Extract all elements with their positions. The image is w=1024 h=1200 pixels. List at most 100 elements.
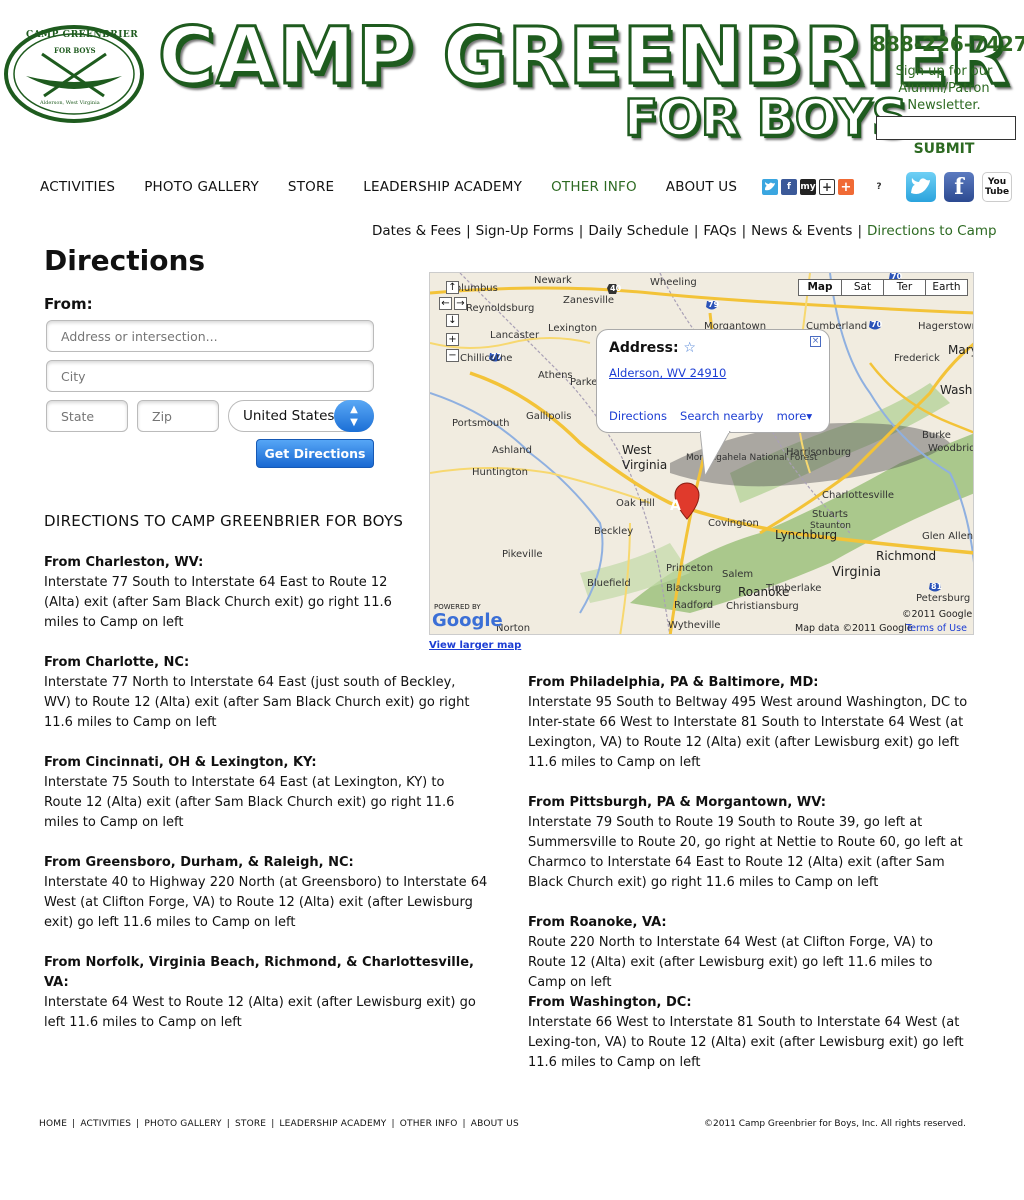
map-city-label: Newark bbox=[534, 275, 572, 286]
country-select[interactable]: United States ▲ ▼ bbox=[228, 400, 374, 432]
map-info-bubble: Address: ☆ Alderson, WV 24910 Directions… bbox=[596, 329, 830, 433]
delicious-share-icon[interactable]: + bbox=[819, 179, 835, 195]
site-subtitle: FOR BOYS bbox=[623, 89, 909, 148]
subnav-dates-fees[interactable]: Dates & Fees bbox=[372, 223, 461, 239]
direction-text: Interstate 75 South to Interstate 64 Eas… bbox=[44, 775, 455, 830]
map-marker-icon[interactable] bbox=[662, 495, 688, 531]
directions-heading: DIRECTIONS TO CAMP GREENBRIER FOR BOYS bbox=[44, 512, 404, 530]
google-logo[interactable]: Google bbox=[432, 610, 503, 631]
help-icon[interactable]: ? bbox=[871, 179, 887, 195]
map-city-label: Reynoldsburg bbox=[466, 303, 535, 314]
direction-origin: From Pittsburgh, PA & Morgantown, WV: bbox=[528, 795, 826, 810]
myspace-share-icon[interactable]: my bbox=[800, 179, 816, 195]
page-title: Directions bbox=[44, 244, 206, 277]
pan-down-icon[interactable]: ↓ bbox=[446, 314, 459, 327]
direction-text: Route 220 North to Interstate 64 West (a… bbox=[528, 935, 933, 990]
nav-other-info[interactable]: OTHER INFO bbox=[551, 179, 637, 195]
twitter-icon[interactable] bbox=[906, 172, 936, 202]
bubble-title: Address: bbox=[609, 340, 679, 356]
get-directions-button[interactable]: Get Directions bbox=[256, 439, 374, 468]
map-city-label: Woodbridg bbox=[928, 443, 973, 454]
direction-text: Interstate 95 South to Beltway 495 West … bbox=[528, 695, 968, 770]
subnav: Dates & Fees | Sign-Up Forms | Daily Schedul… bbox=[372, 223, 997, 239]
zip-input[interactable] bbox=[137, 400, 219, 432]
map-city-label: Chillicothe bbox=[460, 353, 513, 364]
map-city-label: Princeton bbox=[666, 563, 714, 574]
subnav-signup-forms[interactable]: Sign-Up Forms bbox=[476, 223, 574, 239]
map-road-shield: 79 bbox=[708, 300, 720, 309]
map-copyright: ©2011 Google bbox=[902, 609, 973, 620]
zoom-in-icon[interactable]: + bbox=[446, 333, 459, 346]
subnav-daily-schedule[interactable]: Daily Schedule bbox=[588, 223, 689, 239]
subnav-directions[interactable]: Directions to Camp bbox=[867, 223, 997, 239]
nav-leadership-academy[interactable]: LEADERSHIP ACADEMY bbox=[363, 179, 522, 195]
star-icon[interactable]: ☆ bbox=[683, 340, 696, 356]
map-city-label: Wheeling bbox=[650, 277, 697, 288]
footer-link-about-us[interactable]: ABOUT US bbox=[471, 1119, 519, 1129]
map-city-label: Charlottesville bbox=[822, 490, 895, 501]
state-input[interactable] bbox=[46, 400, 128, 432]
address-input[interactable] bbox=[46, 320, 374, 352]
map-type-ter[interactable]: Ter bbox=[883, 280, 925, 295]
map-type-map[interactable]: Map bbox=[799, 280, 841, 295]
newsletter-submit-button[interactable]: SUBMIT bbox=[900, 141, 988, 157]
direction-block: From Cincinnati, OH & Lexington, KY: Int… bbox=[44, 753, 484, 833]
map-city-label: Pikeville bbox=[502, 549, 543, 560]
bubble-address-link[interactable]: Alderson, WV 24910 bbox=[609, 366, 726, 380]
from-label: From: bbox=[44, 295, 93, 313]
map-type-sat[interactable]: Sat bbox=[841, 280, 883, 295]
subnav-separator: | bbox=[693, 223, 699, 239]
direction-origin: From Charleston, WV: bbox=[44, 555, 204, 570]
footer-link-activities[interactable]: ACTIVITIES bbox=[80, 1119, 131, 1129]
map-data-attribution: Map data ©2011 Google bbox=[795, 623, 913, 634]
footer-link-leadership-academy[interactable]: LEADERSHIP ACADEMY bbox=[279, 1119, 386, 1129]
map-city-label: Lancaster bbox=[490, 330, 540, 341]
map-type-earth[interactable]: Earth bbox=[925, 280, 967, 295]
pan-left-icon[interactable]: ← bbox=[439, 297, 452, 310]
facebook-share-icon[interactable]: f bbox=[781, 179, 797, 195]
map-city-label: Huntington bbox=[472, 467, 528, 478]
map-city-label: Blacksburg bbox=[666, 583, 722, 594]
map-state-label: West Virginia bbox=[622, 443, 668, 472]
direction-origin: From Philadelphia, PA & Baltimore, MD: bbox=[528, 675, 819, 690]
subnav-news-events[interactable]: News & Events bbox=[751, 223, 852, 239]
bubble-more-link[interactable]: more▾ bbox=[777, 409, 813, 423]
footer-link-photo-gallery[interactable]: PHOTO GALLERY bbox=[144, 1119, 221, 1129]
map-city-label: Stuarts bbox=[812, 509, 848, 520]
map-city-label: Zanesville bbox=[563, 295, 615, 306]
direction-text: Interstate 64 West to Route 12 (Alta) ex… bbox=[44, 995, 476, 1030]
youtube-icon[interactable]: You Tube bbox=[982, 172, 1012, 202]
map-city-label: Christiansburg bbox=[726, 601, 799, 612]
nav-activities[interactable]: ACTIVITIES bbox=[40, 179, 115, 195]
phone-number: 888-226-7427 bbox=[872, 32, 1024, 56]
twitter-share-icon[interactable] bbox=[762, 179, 778, 195]
map-city-label: Covington bbox=[708, 518, 759, 529]
footer-nav: HOME | ACTIVITIES | PHOTO GALLERY | STORE | LEAD… bbox=[39, 1119, 519, 1129]
youtube-label: You Tube bbox=[984, 177, 1010, 197]
map-city-label: Staunton bbox=[810, 521, 851, 531]
pan-right-icon[interactable]: → bbox=[454, 297, 467, 310]
facebook-icon[interactable]: f bbox=[944, 172, 974, 202]
subnav-faqs[interactable]: FAQs bbox=[703, 223, 736, 239]
addthis-share-icon[interactable]: + bbox=[838, 179, 854, 195]
footer-link-other-info[interactable]: OTHER INFO bbox=[400, 1119, 458, 1129]
nav-photo-gallery[interactable]: PHOTO GALLERY bbox=[144, 179, 259, 195]
view-larger-map-link[interactable]: View larger map bbox=[429, 640, 521, 651]
bubble-search-nearby-link[interactable]: Search nearby bbox=[680, 409, 763, 423]
newsletter-email-field[interactable] bbox=[876, 116, 1016, 140]
zoom-out-icon[interactable]: − bbox=[446, 349, 459, 362]
direction-origin: From Charlotte, NC: bbox=[44, 655, 190, 670]
footer-link-store[interactable]: STORE bbox=[235, 1119, 266, 1129]
terms-of-use-link[interactable]: Terms of Use bbox=[906, 623, 967, 634]
map-embed[interactable]: Newark Columbus Zanesville Wheeling Reyn… bbox=[429, 272, 974, 635]
camp-seal-logo[interactable]: CAMP GREENBRIER FOR BOYS Alderson, West … bbox=[4, 24, 144, 124]
city-input[interactable] bbox=[46, 360, 374, 392]
bubble-directions-link[interactable]: Directions bbox=[609, 409, 667, 423]
nav-store[interactable]: STORE bbox=[288, 179, 334, 195]
nav-about-us[interactable]: ABOUT US bbox=[666, 179, 737, 195]
close-icon[interactable]: × bbox=[810, 336, 821, 347]
seal-bottom-text: Alderson, West Virginia bbox=[40, 100, 100, 106]
bubble-pointer bbox=[700, 431, 731, 478]
pan-up-icon[interactable]: ↑ bbox=[446, 281, 459, 294]
footer-link-home[interactable]: HOME bbox=[39, 1119, 67, 1129]
